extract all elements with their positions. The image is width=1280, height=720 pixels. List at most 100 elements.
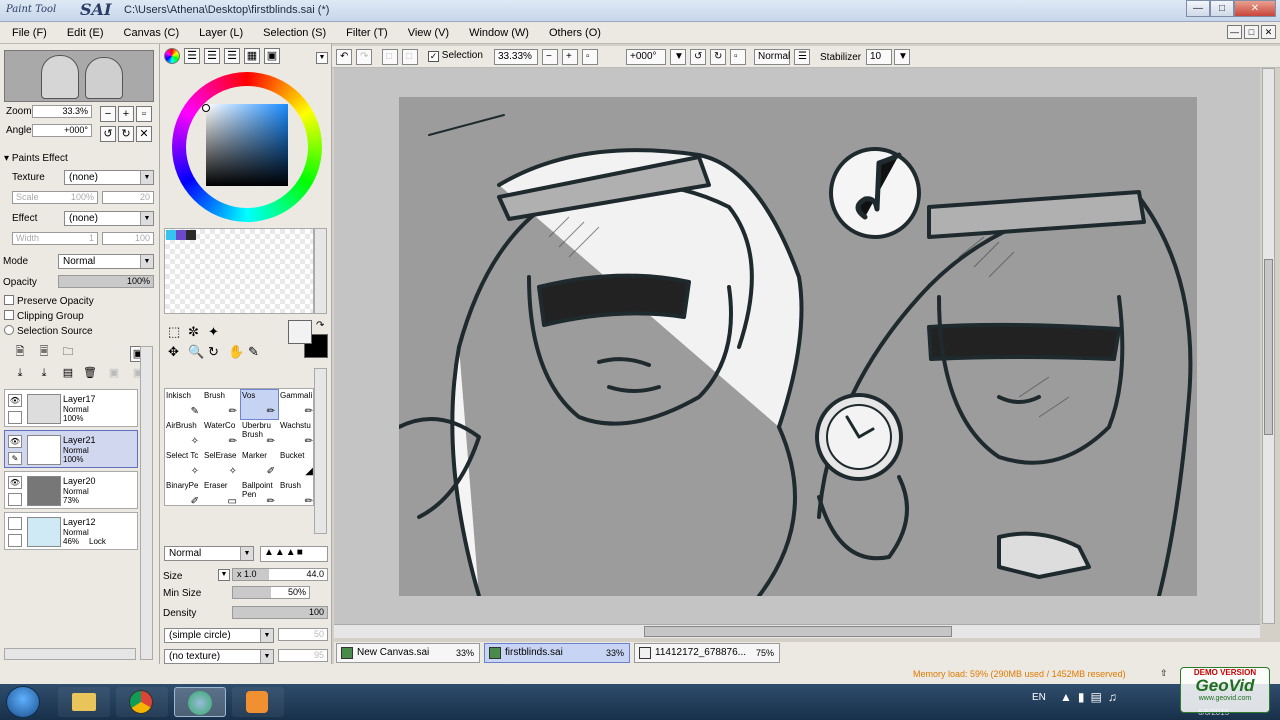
scratchpad-tab-icon[interactable]: ▣	[264, 48, 280, 64]
start-button[interactable]	[6, 686, 40, 718]
pencil-icon[interactable]: ✎	[8, 452, 22, 465]
document-tab[interactable]: New Canvas.sai 33%	[336, 643, 480, 663]
clipping-group-checkbox[interactable]: Clipping Group	[4, 310, 84, 322]
layer-item[interactable]: 👁 Layer17 Normal 100%	[4, 389, 138, 427]
brush-slot[interactable]: SelErase ✧	[203, 450, 240, 479]
swatch-scrollbar[interactable]	[314, 228, 327, 314]
swatches-tab-icon[interactable]: ▦	[244, 48, 260, 64]
zoom-out-icon[interactable]: −	[542, 49, 558, 65]
density-slider[interactable]: 100	[232, 606, 328, 619]
painttool-sai-icon[interactable]	[174, 687, 226, 717]
brush-slot[interactable]: BinaryPe ✐	[165, 480, 202, 509]
new-layer-icon[interactable]: 🗎	[12, 345, 28, 361]
selection-toggle[interactable]: ✓ Selection	[428, 50, 483, 62]
canvas-vscrollbar[interactable]	[1262, 68, 1275, 624]
media-player-icon[interactable]	[232, 687, 284, 717]
brush-slot[interactable]: Bucket ◢	[279, 450, 316, 479]
texture-scale-slider[interactable]: Scale 100%	[12, 191, 98, 204]
document-tab[interactable]: 11412172_678876... 75%	[634, 643, 780, 663]
close-button[interactable]: ✕	[1234, 0, 1276, 17]
menu-others[interactable]: Others (O)	[537, 22, 609, 39]
layer-opacity-slider[interactable]: 100%	[58, 275, 154, 288]
mdi-restore-button[interactable]: □	[1244, 25, 1259, 39]
vscroll-thumb[interactable]	[1264, 259, 1273, 435]
eye-icon[interactable]: 👁	[8, 435, 22, 448]
brush-slot[interactable]: Marker ✐	[241, 450, 278, 479]
layer-item[interactable]: Layer12 Normal 46% Lock	[4, 512, 138, 550]
redo-icon[interactable]: ↷	[356, 49, 372, 65]
brush-slot[interactable]: Select Tc ✧	[165, 450, 202, 479]
chrome-icon[interactable]	[116, 687, 168, 717]
effect-strength-slider[interactable]: 100	[102, 232, 154, 245]
mdi-minimize-button[interactable]: —	[1227, 25, 1242, 39]
minimize-button[interactable]: —	[1186, 0, 1210, 17]
swatch[interactable]	[176, 230, 186, 240]
brush-slot[interactable]: Brush ✏	[203, 390, 240, 419]
rotate-tool-icon[interactable]: ↻	[208, 344, 219, 360]
eye-icon[interactable]: 👁	[8, 394, 22, 407]
color-wheel-tab-icon[interactable]	[164, 48, 180, 64]
mdi-close-button[interactable]: ✕	[1261, 25, 1276, 39]
lasso-tool-icon[interactable]: ✼	[188, 324, 199, 340]
zoom-in-icon[interactable]: +	[118, 106, 134, 122]
brush-slot[interactable]: Uberbru Brush ✏	[241, 420, 278, 449]
layer-mode-select[interactable]: Normal ▼	[58, 254, 154, 269]
move-tool-icon[interactable]: ✥	[168, 344, 179, 360]
brush-slot-selected[interactable]: Vos ✏	[240, 389, 279, 420]
rgb-slider-tab-icon[interactable]: ☰	[184, 48, 200, 64]
swatch[interactable]	[186, 230, 196, 240]
eyedropper-icon[interactable]: ✎	[248, 344, 259, 360]
zoom-tool-icon[interactable]: 🔍	[188, 344, 204, 360]
hidden-eye-icon[interactable]	[8, 517, 22, 530]
swatch-area[interactable]	[164, 228, 314, 314]
zoom-reset-icon[interactable]: ▫	[136, 106, 152, 122]
texture-strength-slider[interactable]: 20	[102, 191, 154, 204]
rotate-right-icon[interactable]: ↻	[118, 126, 134, 142]
brush-blend-select[interactable]: Normal ▼	[164, 546, 254, 561]
brush-scrollbar[interactable]	[314, 368, 327, 534]
hand-tool-icon[interactable]: ✋	[228, 344, 244, 360]
rotation-menu-icon[interactable]: ▼	[670, 49, 686, 65]
brush-slot[interactable]: Wachstu ✏	[279, 420, 316, 449]
shape-strength-slider[interactable]: 50	[278, 628, 328, 641]
layer-item-selected[interactable]: 👁 ✎ Layer21 Normal 100%	[4, 430, 138, 468]
explorer-icon[interactable]	[58, 687, 110, 717]
angle-slider[interactable]: +000°	[32, 124, 92, 137]
menu-selection[interactable]: Selection (S)	[251, 22, 334, 39]
lock-toggle-icon[interactable]	[8, 411, 22, 424]
layer-item[interactable]: 👁 Layer20 Normal 73%	[4, 471, 138, 509]
flip-icon[interactable]: ☰	[794, 49, 810, 65]
brush-slot[interactable]: GammaIi ✏	[279, 390, 316, 419]
texture-select[interactable]: (none) ▼	[64, 170, 154, 185]
zoom-reset-icon[interactable]: ▫	[582, 49, 598, 65]
delete-layer-icon[interactable]: 🗑	[82, 366, 98, 382]
rotate-reset-icon[interactable]: ✕	[136, 126, 152, 142]
new-linework-layer-icon[interactable]: 🗏	[36, 345, 52, 361]
stabilizer-dropdown-icon[interactable]: ▼	[894, 49, 910, 65]
effect-select[interactable]: (none) ▼	[64, 211, 154, 226]
hsv-slider-tab-icon[interactable]: ☰	[204, 48, 220, 64]
panel-menu-icon[interactable]: ▼	[316, 52, 328, 64]
stabilizer-field[interactable]: 10	[866, 49, 892, 65]
eye-icon[interactable]: 👁	[8, 476, 22, 489]
maximize-button[interactable]: □	[1210, 0, 1234, 17]
layers-hscrollbar[interactable]	[4, 648, 136, 660]
brush-slot[interactable]: Inkisch ✎	[165, 390, 202, 419]
select-tool-icon[interactable]: ⬚	[168, 324, 180, 340]
saturation-value-square[interactable]	[206, 104, 288, 186]
rotate-left-icon[interactable]: ↺	[100, 126, 116, 142]
deselect-icon[interactable]: □	[382, 49, 398, 65]
brush-slot[interactable]: WaterCo ✏	[203, 420, 240, 449]
rotate-right-icon[interactable]: ↻	[710, 49, 726, 65]
transfer-down-icon[interactable]: ⤓	[12, 366, 28, 382]
min-size-slider[interactable]: 50%	[232, 586, 310, 599]
drawing-canvas[interactable]	[399, 97, 1197, 596]
foreground-color-swatch[interactable]	[288, 320, 312, 344]
layers-scrollbar[interactable]	[140, 346, 153, 660]
brush-slot[interactable]: Brush ✏	[279, 480, 316, 509]
color-picker-handle[interactable]	[202, 104, 210, 112]
menu-edit[interactable]: Edit (E)	[55, 22, 112, 39]
menu-filter[interactable]: Filter (T)	[334, 22, 396, 39]
brush-slot[interactable]: AirBrush ✧	[165, 420, 202, 449]
menu-layer[interactable]: Layer (L)	[187, 22, 251, 39]
